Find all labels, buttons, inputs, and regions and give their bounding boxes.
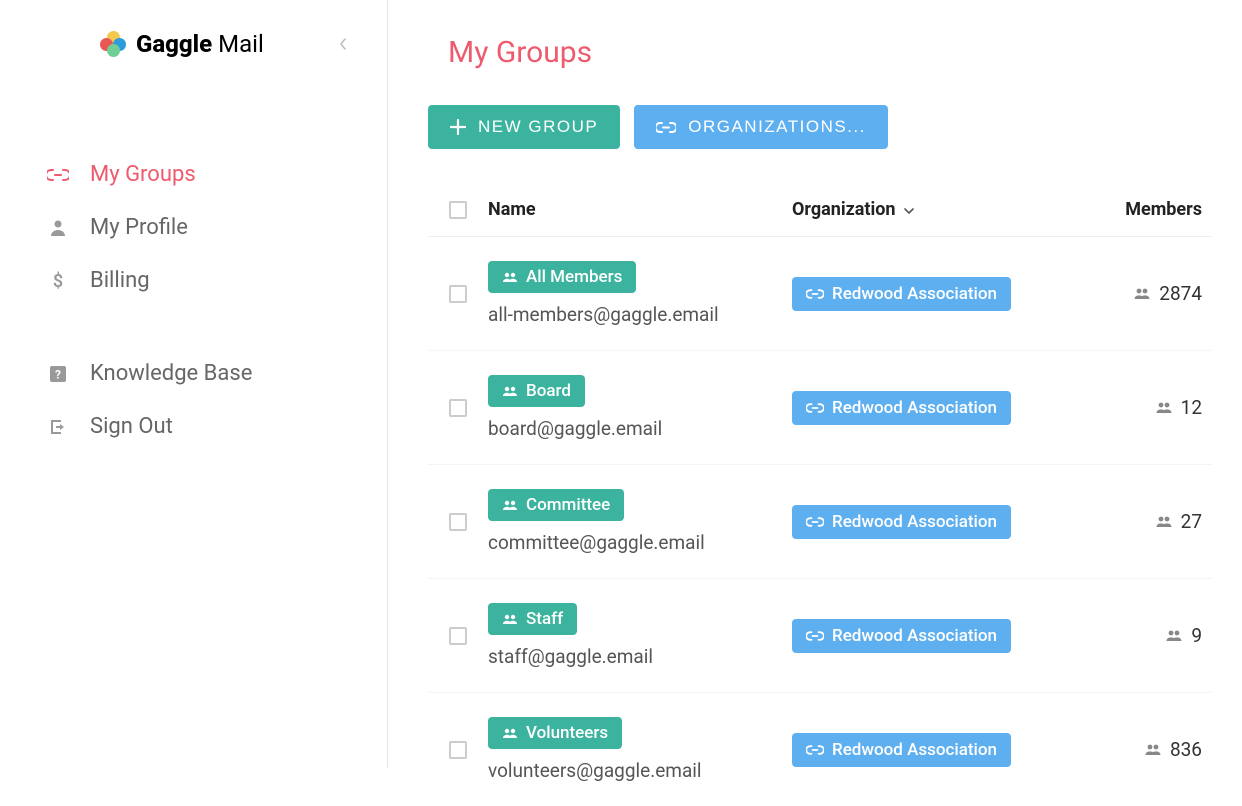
page-title: My Groups <box>428 35 1212 70</box>
organizations-label: ORGANIZATIONS... <box>688 117 866 137</box>
link-icon <box>806 745 824 755</box>
nav-primary: My Groups My Profile $ Billing <box>0 148 387 307</box>
group-icon <box>502 728 518 738</box>
organization-name: Redwood Association <box>832 740 997 760</box>
group-name-badge[interactable]: Committee <box>488 489 624 521</box>
main-content: My Groups NEW GROUP ORGANIZATIONS... <box>388 0 1242 768</box>
members-icon <box>1133 288 1151 299</box>
group-icon <box>502 386 518 396</box>
link-icon <box>806 517 824 527</box>
group-email: committee@gaggle.email <box>488 531 705 554</box>
sidebar-item-my-profile[interactable]: My Profile <box>46 201 387 254</box>
sidebar-item-label: Billing <box>90 268 150 293</box>
actions-row: NEW GROUP ORGANIZATIONS... <box>428 105 1212 149</box>
group-name: All Members <box>526 267 622 287</box>
table-row: Staff staff@gaggle.email Redwood Associa… <box>428 579 1212 693</box>
link-icon <box>656 122 676 133</box>
group-email: volunteers@gaggle.email <box>488 759 702 782</box>
brand[interactable]: Gaggle Mail <box>100 30 264 58</box>
sidebar-item-knowledge-base[interactable]: ? Knowledge Base <box>46 347 387 400</box>
members-count: 27 <box>1181 510 1202 533</box>
sidebar-item-label: My Profile <box>90 215 188 240</box>
person-icon <box>46 219 70 237</box>
chevron-down-icon <box>904 204 914 218</box>
row-checkbox[interactable] <box>449 741 467 759</box>
group-name: Committee <box>526 495 610 515</box>
brand-logo-icon <box>100 31 126 57</box>
brand-row: Gaggle Mail <box>0 30 387 58</box>
groups-table: Name Organization Members All Members <box>428 189 1212 806</box>
sidebar-item-label: Knowledge Base <box>90 361 252 386</box>
new-group-button[interactable]: NEW GROUP <box>428 105 620 149</box>
svg-text:$: $ <box>53 271 63 291</box>
group-name: Staff <box>526 609 563 629</box>
sidebar: Gaggle Mail My Groups My Profile <box>0 0 388 768</box>
organization-badge[interactable]: Redwood Association <box>792 733 1011 767</box>
group-email: board@gaggle.email <box>488 417 662 440</box>
table-header: Name Organization Members <box>428 189 1212 237</box>
group-name-badge[interactable]: Board <box>488 375 585 407</box>
sidebar-item-billing[interactable]: $ Billing <box>46 254 387 307</box>
row-checkbox[interactable] <box>449 627 467 645</box>
group-icon <box>502 272 518 282</box>
nav-secondary: ? Knowledge Base Sign Out <box>0 347 387 453</box>
organization-name: Redwood Association <box>832 398 997 418</box>
link-icon <box>46 169 70 181</box>
group-name: Volunteers <box>526 723 608 743</box>
members-count: 9 <box>1191 624 1202 647</box>
members-count: 12 <box>1181 396 1202 419</box>
members-icon <box>1155 516 1173 527</box>
organization-badge[interactable]: Redwood Association <box>792 391 1011 425</box>
brand-bold: Gaggle <box>136 30 212 58</box>
group-name-badge[interactable]: Staff <box>488 603 577 635</box>
row-checkbox[interactable] <box>449 285 467 303</box>
table-row: Board board@gaggle.email Redwood Associa… <box>428 351 1212 465</box>
sidebar-item-label: Sign Out <box>90 414 173 439</box>
link-icon <box>806 403 824 413</box>
column-header-organization-label: Organization <box>792 199 896 220</box>
group-name-badge[interactable]: All Members <box>488 261 636 293</box>
organization-name: Redwood Association <box>832 284 997 304</box>
link-icon <box>806 631 824 641</box>
sidebar-collapse-icon[interactable] <box>339 38 347 50</box>
sidebar-item-my-groups[interactable]: My Groups <box>46 148 387 201</box>
brand-light: Mail <box>212 30 264 58</box>
group-name: Board <box>526 381 571 401</box>
members-count: 836 <box>1170 738 1202 761</box>
help-icon: ? <box>46 365 70 383</box>
brand-text: Gaggle Mail <box>136 30 264 58</box>
column-header-organization[interactable]: Organization <box>792 199 1072 220</box>
members-count: 2874 <box>1159 282 1202 305</box>
sign-out-icon <box>46 418 70 436</box>
row-checkbox[interactable] <box>449 513 467 531</box>
organization-name: Redwood Association <box>832 626 997 646</box>
sidebar-item-sign-out[interactable]: Sign Out <box>46 400 387 453</box>
table-row: Committee committee@gaggle.email Redwood… <box>428 465 1212 579</box>
group-email: all-members@gaggle.email <box>488 303 719 326</box>
column-header-members[interactable]: Members <box>1072 199 1212 220</box>
dollar-icon: $ <box>46 271 70 291</box>
members-icon <box>1144 744 1162 755</box>
members-icon <box>1165 630 1183 641</box>
column-header-name[interactable]: Name <box>488 199 792 220</box>
group-email: staff@gaggle.email <box>488 645 653 668</box>
organization-badge[interactable]: Redwood Association <box>792 505 1011 539</box>
select-all-checkbox[interactable] <box>449 201 467 219</box>
members-icon <box>1155 402 1173 413</box>
group-icon <box>502 500 518 510</box>
sidebar-item-label: My Groups <box>90 162 196 187</box>
group-name-badge[interactable]: Volunteers <box>488 717 622 749</box>
organization-name: Redwood Association <box>832 512 997 532</box>
new-group-label: NEW GROUP <box>478 117 598 137</box>
organization-badge[interactable]: Redwood Association <box>792 619 1011 653</box>
svg-text:?: ? <box>55 367 61 381</box>
plus-icon <box>450 119 466 135</box>
table-row: Volunteers volunteers@gaggle.email Redwo… <box>428 693 1212 806</box>
link-icon <box>806 289 824 299</box>
organizations-button[interactable]: ORGANIZATIONS... <box>634 105 888 149</box>
row-checkbox[interactable] <box>449 399 467 417</box>
group-icon <box>502 614 518 624</box>
table-row: All Members all-members@gaggle.email Red… <box>428 237 1212 351</box>
organization-badge[interactable]: Redwood Association <box>792 277 1011 311</box>
